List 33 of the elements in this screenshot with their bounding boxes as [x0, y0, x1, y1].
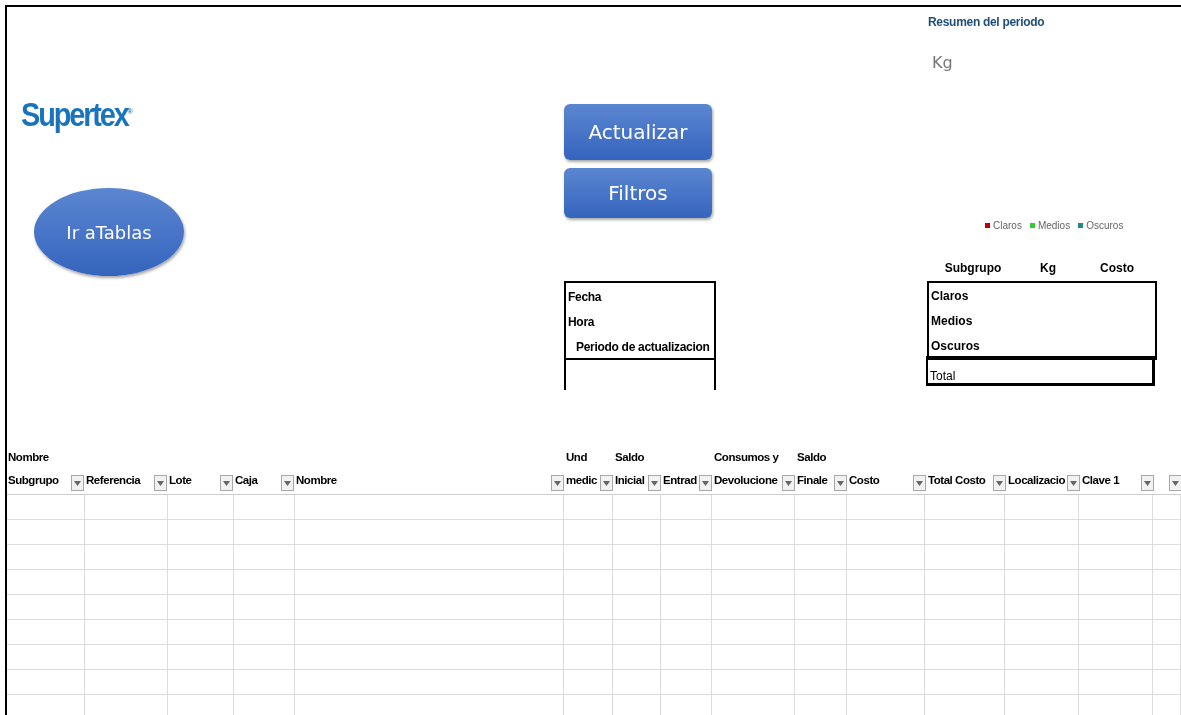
column-header: Subgrupo	[943, 261, 1003, 275]
row-label: Medios	[930, 313, 974, 330]
column-header: Entrad	[662, 473, 697, 488]
column-header: Und medic	[565, 450, 597, 488]
column-header: Saldo Inicial	[614, 450, 645, 488]
chart-title: Resumen del periodo	[928, 15, 1045, 29]
column-header: Kg	[1039, 261, 1057, 275]
info-label: Periodo de actualizacion	[575, 339, 711, 356]
legend-label: Oscuros	[1086, 220, 1124, 231]
action-button[interactable]: Actualizar	[564, 104, 712, 160]
total-row: Total	[926, 356, 1155, 386]
go-to-tables-button[interactable]: Ir aTablas	[34, 188, 184, 276]
info-label: Hora	[567, 314, 596, 331]
supertex-logo: Supertex$^{®}$	[21, 95, 133, 134]
column-header: Costo	[1099, 261, 1135, 275]
column-header: Referencia	[85, 473, 141, 488]
column-header: Nombre	[295, 473, 337, 488]
row-label: Oscuros	[930, 338, 981, 355]
chart-subtitle: Kg	[932, 53, 953, 72]
legend-label: Medios	[1037, 220, 1071, 231]
column-header: Caja	[234, 473, 258, 488]
legend-label: Claros	[993, 220, 1022, 231]
column-header: Saldo Finale	[796, 450, 828, 488]
column-header: Lote	[168, 473, 192, 488]
column-header: Nombre Subgrupo	[7, 450, 59, 488]
column-header: Total Costo	[927, 473, 986, 488]
column-header: Consumos y Devolucione	[713, 450, 779, 488]
column-header: Clave 1	[1081, 473, 1120, 488]
info-label: Fecha	[567, 289, 603, 306]
row-label: Claros	[930, 288, 970, 305]
column-header: Localizacio	[1007, 473, 1066, 488]
column-header: Costo	[848, 473, 880, 488]
action-button[interactable]: Filtros	[564, 168, 712, 218]
